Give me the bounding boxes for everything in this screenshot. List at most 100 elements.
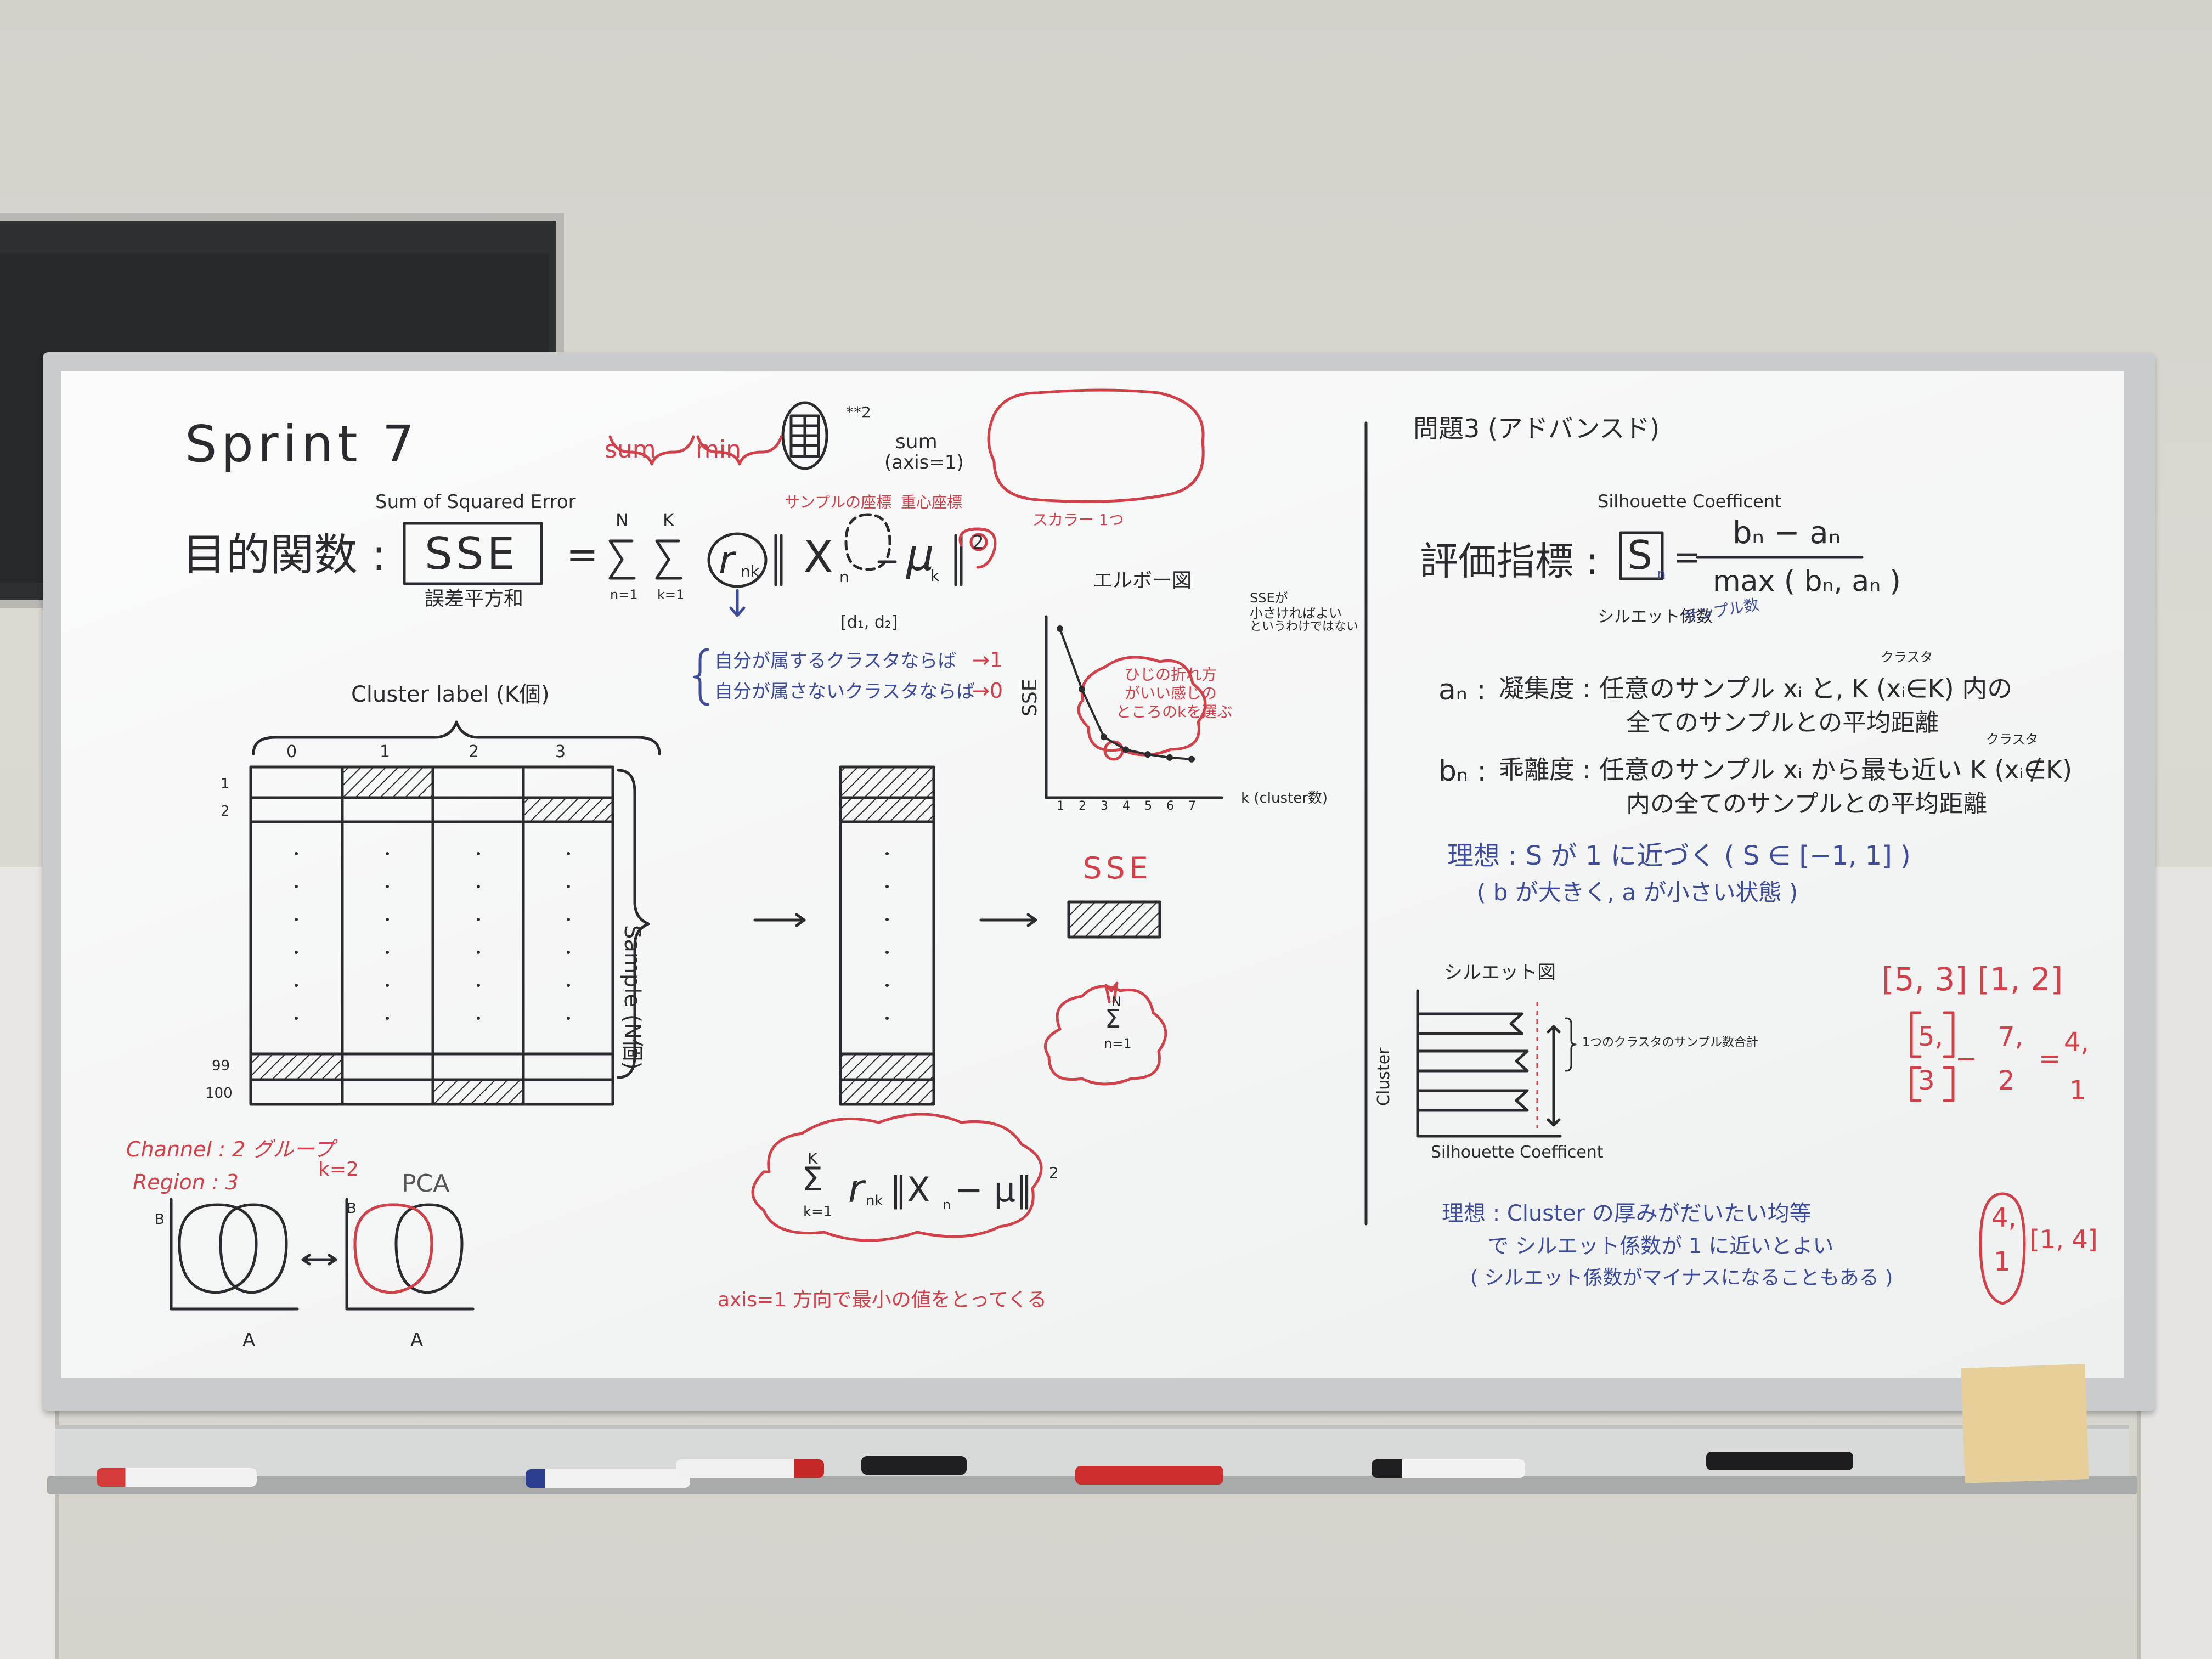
red-i: [1, 4]	[2030, 1224, 2098, 1254]
ideal3: 理想 : Cluster の厚みがだいたい均等	[1442, 1201, 1812, 1226]
axis-note: axis=1 方向で最小の値をとってくる	[718, 1289, 1047, 1311]
mu-sub: k	[930, 567, 940, 585]
scalar-bubble	[987, 388, 1205, 503]
sigma-k	[655, 539, 682, 580]
elbow-point	[1122, 746, 1129, 753]
red-b: 7,	[1998, 1022, 2023, 1052]
cond2-val: →0	[972, 679, 1003, 703]
cluster-kana-b: クラスタ	[1986, 732, 2039, 747]
sse-jp: 誤差平方和	[425, 588, 524, 610]
col-1: 1	[380, 742, 391, 761]
ideal2: ( b が大きく, a が小さい状態 )	[1477, 879, 1798, 906]
col-2: 2	[469, 742, 479, 761]
hatch-sse	[1069, 902, 1160, 937]
cluster-kana-a: クラスタ	[1881, 650, 1933, 665]
formula-eq: =	[566, 532, 599, 577]
hatch-col-100	[840, 1080, 934, 1104]
a-def-label: aₙ :	[1438, 674, 1486, 707]
elbow-note3: というわけではない	[1250, 620, 1359, 634]
sigma-n	[608, 539, 636, 580]
sil-fig-title: シルエット図	[1444, 962, 1556, 984]
red-f: 1	[2069, 1075, 2086, 1106]
hatch-r2c3	[523, 798, 613, 822]
cond1-val: →1	[972, 648, 1003, 672]
red-marker-3[interactable]	[1075, 1466, 1223, 1485]
blue-marker[interactable]	[526, 1469, 690, 1488]
hatch-col-99	[840, 1054, 934, 1080]
row-2: 2	[221, 803, 230, 820]
elbow-xtick: 4	[1122, 799, 1130, 813]
red-marker-2[interactable]	[676, 1459, 824, 1478]
r-nk: r	[719, 538, 735, 583]
hatch-col-2	[840, 798, 934, 822]
s-box-text: S	[1627, 532, 1652, 578]
scatter-a: A	[242, 1329, 256, 1351]
row-100: 100	[205, 1085, 233, 1102]
col-3: 3	[555, 742, 566, 761]
elbow-xtick: 1	[1057, 799, 1064, 813]
big-norm-sub: n	[943, 1197, 951, 1212]
elbow-xtick: 2	[1079, 799, 1086, 813]
b-def-label: bₙ :	[1438, 755, 1487, 788]
objective-label: 目的関数 :	[182, 529, 387, 580]
sum-axis-bottom: (axis=1)	[884, 452, 964, 473]
cardboard-note	[1961, 1364, 2089, 1483]
big-sigma: Σ	[802, 1160, 823, 1199]
b-def1: 乖離度 : 任意のサンプル xᵢ から最も近い K (xᵢ∉K)	[1499, 755, 2073, 785]
scatter-a2: A	[410, 1329, 424, 1351]
whiteboard: 1234567 Sprint 7 目的関数 : Sum of Squared E…	[61, 371, 2124, 1378]
silhouette-caption: Silhouette Coefficent	[1598, 491, 1782, 512]
hatch-r99c0	[251, 1054, 342, 1080]
elbow-point	[1057, 625, 1063, 632]
centroid-coord: 重心座標	[901, 493, 963, 511]
sum-bubble	[1043, 985, 1167, 1086]
a-def2: 全てのサンプルとの平均距離	[1626, 709, 1939, 737]
elbow-bubble3: ところのkを選ぶ	[1116, 703, 1233, 721]
ideal5: ( シルエット係数がマイナスになることもある )	[1470, 1267, 1893, 1289]
sum-n-top: N	[616, 510, 629, 531]
elbow-title: エルボー図	[1093, 569, 1192, 592]
sum-k-bottom: k=1	[657, 587, 685, 602]
b-def2: 内の全てのサンプルとの平均距離	[1626, 790, 1988, 818]
channel-note: Channel : 2 グループ	[126, 1137, 334, 1161]
sum-k-top: K	[663, 510, 674, 531]
black-eraser[interactable]	[1706, 1452, 1853, 1470]
elbow-point	[1101, 733, 1107, 741]
min-label: min	[696, 436, 741, 464]
red-c: 3	[1918, 1065, 1935, 1096]
x-n: X	[803, 532, 833, 583]
a-def1: 凝集度 : 任意のサンプル xᵢ と, K (xᵢ∈K) 内の	[1499, 674, 2013, 703]
sum-axis-top: sum	[895, 431, 938, 453]
black-marker-1[interactable]	[861, 1456, 967, 1475]
elbow-ylabel: SSE	[1019, 679, 1041, 716]
red-a: 5,	[1918, 1022, 1943, 1052]
elbow-point	[1188, 755, 1195, 763]
right-title: 問題3 (アドバンスド)	[1413, 414, 1660, 443]
big-norm: ‖X	[890, 1170, 930, 1210]
row-99: 99	[212, 1058, 230, 1074]
sse-caption: Sum of Squared Error	[375, 491, 576, 513]
elbow-xlabel: k (cluster数)	[1241, 790, 1328, 806]
sse-result: SSE	[1083, 851, 1153, 885]
dims: [d₁, d₂]	[840, 613, 898, 632]
bubble-sigma: Σ	[1105, 1004, 1121, 1034]
red-marker-1[interactable]	[97, 1468, 257, 1487]
numerator: bₙ − aₙ	[1733, 515, 1841, 551]
elbow-xtick: 3	[1101, 799, 1108, 813]
x-sub: n	[839, 568, 849, 586]
sil-ylabel: Cluster	[1374, 1047, 1393, 1106]
square: 2	[972, 532, 984, 554]
ideal4: で シルエット係数が 1 に近いとよい	[1488, 1234, 1834, 1258]
sil-note: 1つのクラスタのサンプル数合計	[1582, 1036, 1758, 1049]
elbow-point	[1166, 754, 1173, 761]
elbow-point	[1079, 686, 1085, 693]
red-e: 4,	[2064, 1027, 2089, 1058]
red-g: 4,	[1991, 1203, 2017, 1233]
black-marker-2[interactable]	[1372, 1459, 1525, 1478]
col-0: 0	[286, 742, 297, 761]
elbow-note1: SSEが	[1250, 590, 1288, 606]
hatch-col-1	[840, 767, 934, 798]
row-1: 1	[221, 776, 230, 792]
big-minus: − μ‖	[955, 1170, 1033, 1210]
ideal1: 理想 : S が 1 に近づく ( S ∈ [−1, 1] )	[1447, 840, 1911, 871]
